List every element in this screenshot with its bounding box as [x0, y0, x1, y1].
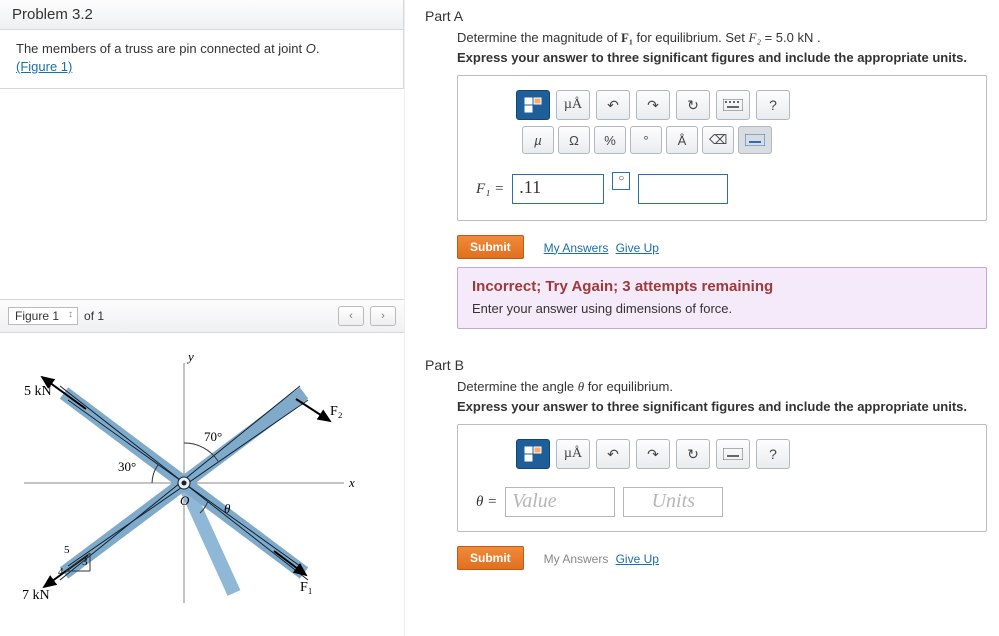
undo-icon-b[interactable]: ↶: [596, 439, 630, 469]
svg-text:θ: θ: [224, 501, 231, 516]
mu-button[interactable]: µ: [522, 126, 554, 154]
part-a-my-answers-link[interactable]: My Answers: [544, 241, 609, 255]
svg-text:7 kN: 7 kN: [22, 588, 50, 603]
part-b-eq-label: θ =: [476, 494, 497, 511]
units-button[interactable]: µÅ: [556, 90, 590, 120]
feedback-message: Enter your answer using dimensions of fo…: [472, 301, 972, 316]
figure-toolbar: Figure 1 of 1 ‹ ›: [0, 300, 404, 333]
part-a-instruction: Express your answer to three significant…: [457, 50, 989, 65]
redo-icon[interactable]: ↷: [636, 90, 670, 120]
svg-text:30°: 30°: [118, 459, 136, 474]
problem-title: Problem 3.2: [0, 0, 404, 30]
reset-icon[interactable]: ↻: [676, 90, 710, 120]
svg-text:5 kN: 5 kN: [24, 384, 52, 399]
templates-icon-b[interactable]: [516, 439, 550, 469]
redo-icon-b[interactable]: ↷: [636, 439, 670, 469]
templates-icon[interactable]: [516, 90, 550, 120]
degree-button[interactable]: °: [630, 126, 662, 154]
svg-text:y: y: [186, 349, 194, 364]
part-b-submit-button[interactable]: Submit: [457, 546, 524, 570]
part-b-instruction: Express your answer to three significant…: [457, 399, 989, 414]
part-b-give-up-link[interactable]: Give Up: [616, 552, 659, 566]
keyboard2-icon[interactable]: [738, 126, 772, 154]
help-button-b[interactable]: ?: [756, 439, 790, 469]
part-b-my-answers-link[interactable]: My Answers: [544, 552, 609, 566]
part-a-submit-button[interactable]: Submit: [457, 235, 524, 259]
svg-text:F₂: F₂: [330, 404, 343, 419]
part-b-value-input[interactable]: Value: [505, 487, 615, 517]
part-b-label: Part B: [425, 357, 989, 373]
problem-description: The members of a truss are pin connected…: [0, 30, 404, 89]
keyboard-icon[interactable]: [716, 90, 750, 120]
part-a-units-input[interactable]: [638, 174, 728, 204]
part-a-feedback: Incorrect; Try Again; 3 attempts remaini…: [457, 267, 987, 329]
svg-text:4: 4: [58, 566, 64, 578]
figure-image: x y: [0, 333, 404, 636]
help-button[interactable]: ?: [756, 90, 790, 120]
figure-of-label: of 1: [84, 309, 104, 323]
part-b-units-input[interactable]: Units: [623, 487, 723, 517]
svg-text:F₁: F₁: [300, 580, 313, 595]
figure-link[interactable]: (Figure 1): [16, 59, 72, 74]
svg-text:x: x: [348, 475, 355, 490]
part-a-value-input[interactable]: .11: [512, 174, 604, 204]
svg-text:70°: 70°: [204, 429, 222, 444]
reset-icon-b[interactable]: ↻: [676, 439, 710, 469]
part-a-prompt: Determine the magnitude of F₁ for equili…: [457, 30, 989, 46]
keyboard-icon-b[interactable]: [716, 439, 750, 469]
figure-prev-button[interactable]: ‹: [338, 306, 364, 326]
backspace-icon[interactable]: ⌫: [702, 126, 734, 154]
part-a-give-up-link[interactable]: Give Up: [616, 241, 659, 255]
part-a-exponent-box[interactable]: ○: [612, 172, 630, 190]
units-button-b[interactable]: µÅ: [556, 439, 590, 469]
undo-icon[interactable]: ↶: [596, 90, 630, 120]
part-b-prompt: Determine the angle θ for equilibrium.: [457, 379, 989, 395]
part-a-label: Part A: [425, 8, 989, 24]
feedback-title: Incorrect; Try Again; 3 attempts remaini…: [472, 278, 972, 295]
desc-text: The members of a truss are pin connected…: [16, 41, 306, 56]
figure-selector[interactable]: Figure 1: [8, 307, 78, 325]
svg-text:O: O: [180, 493, 190, 508]
omega-button[interactable]: Ω: [558, 126, 590, 154]
part-a-answer-box: µÅ ↶ ↷ ↻ ? µ Ω % ° Å ⌫ F₁: [457, 75, 987, 221]
figure-next-button[interactable]: ›: [370, 306, 396, 326]
svg-text:5: 5: [64, 544, 70, 556]
angstrom-button[interactable]: Å: [666, 126, 698, 154]
percent-button[interactable]: %: [594, 126, 626, 154]
part-a-eq-label: F₁ =: [476, 181, 504, 198]
joint-o: O: [306, 41, 316, 56]
part-b-answer-box: µÅ ↶ ↷ ↻ ? θ = Value Units: [457, 424, 987, 532]
